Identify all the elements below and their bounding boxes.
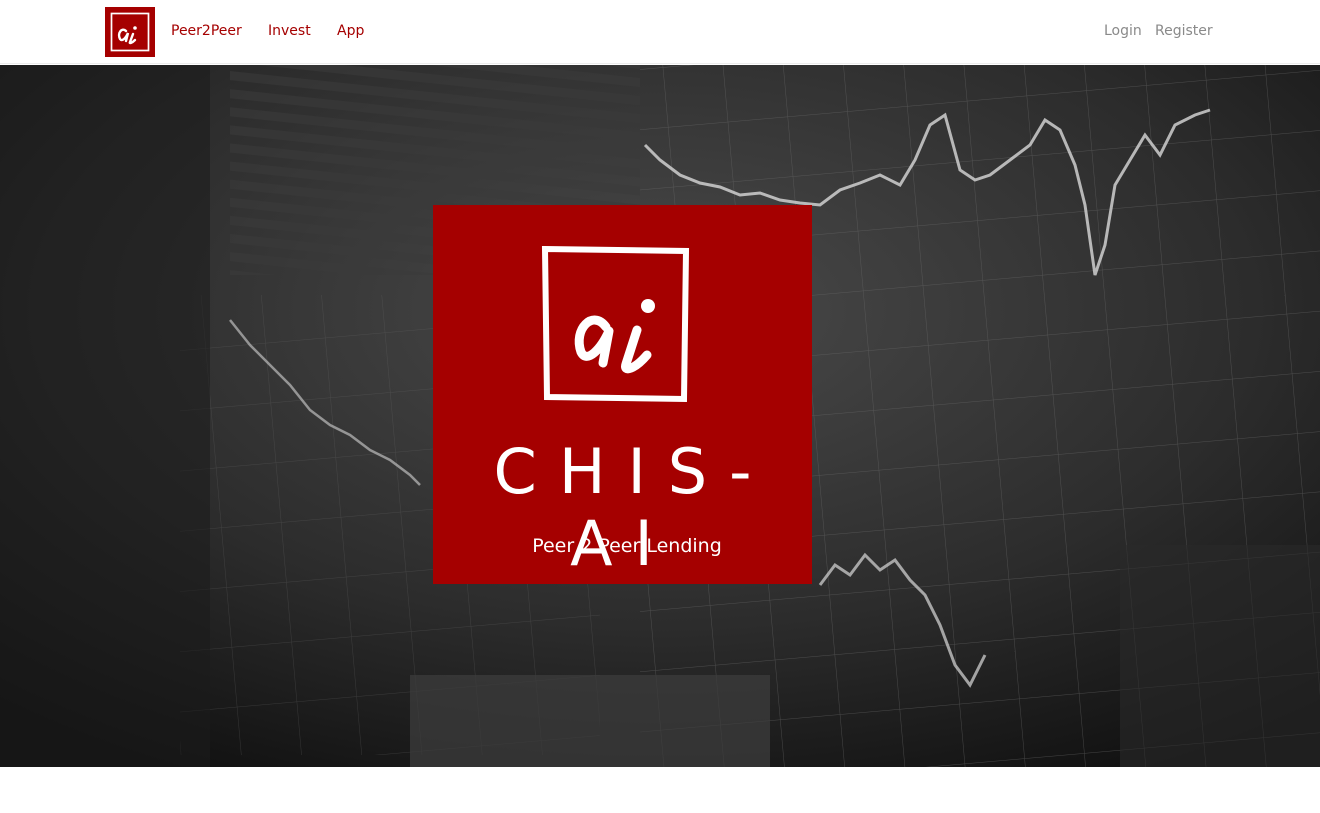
register-link[interactable]: Register <box>1155 22 1213 40</box>
content-below-hero <box>0 767 1320 813</box>
brand-subtitle: Peer 2 Peer Lending <box>532 535 722 557</box>
hero-section: ai CHIS-AI Peer 2 Peer Lending <box>0 65 1320 767</box>
nav-link-peer2peer[interactable]: Peer2Peer <box>171 22 242 40</box>
brand-card: ai CHIS-AI Peer 2 Peer Lending <box>433 205 812 584</box>
site-logo[interactable]: ai <box>105 7 155 57</box>
login-link[interactable]: Login <box>1104 22 1142 40</box>
top-navbar: ai Peer2Peer Invest App Login Register <box>0 0 1320 64</box>
nav-link-invest[interactable]: Invest <box>268 22 311 40</box>
ai-logo-icon: ai <box>105 7 155 57</box>
brand-title: CHIS-AI <box>493 435 774 580</box>
ai-brand-mark-icon: ai <box>541 245 690 403</box>
nav-link-app[interactable]: App <box>337 22 364 40</box>
